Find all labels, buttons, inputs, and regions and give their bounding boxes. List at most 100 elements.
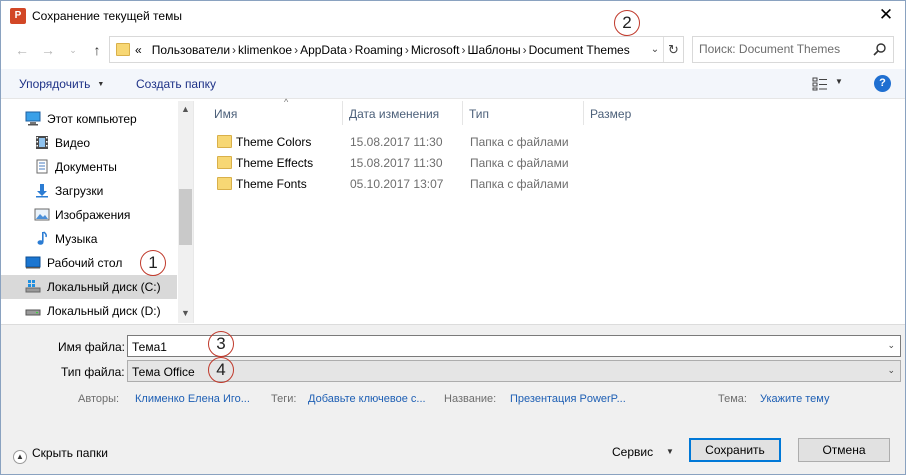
navigation-pane: Этот компьютер Видео Документы Загрузки … <box>1 101 194 323</box>
recent-chevron-icon[interactable]: ⌄ <box>63 40 83 60</box>
folder-icon <box>116 43 130 56</box>
breadcrumb-item[interactable]: klimenkoe <box>238 43 292 57</box>
music-icon <box>37 231 47 245</box>
file-date: 15.08.2017 11:30 <box>350 156 443 170</box>
up-arrow-icon[interactable]: ↑ <box>87 40 107 60</box>
file-row[interactable]: Theme Effects 15.08.2017 11:30 Папка с ф… <box>211 152 611 173</box>
documents-icon <box>36 159 48 174</box>
file-row[interactable]: Theme Colors 15.08.2017 11:30 Папка с фа… <box>211 131 611 152</box>
tags-value[interactable]: Добавьте ключевое с... <box>308 393 426 405</box>
filename-label: Имя файла: <box>58 340 125 354</box>
folder-icon <box>217 135 232 148</box>
folder-icon <box>217 177 232 190</box>
back-arrow-icon[interactable]: ← <box>12 40 32 60</box>
address-row: ← → ⌄ ↑ « Пользователи › klimenkoe › AppData… <box>1 34 905 66</box>
nav-item-label: Загрузки <box>55 184 104 198</box>
filename-value: Тема1 <box>132 340 167 354</box>
close-button[interactable]: ✕ <box>869 1 903 31</box>
downloads-icon <box>36 184 48 198</box>
nav-item-this-pc[interactable]: Этот компьютер <box>1 107 177 131</box>
nav-item-label: Локальный диск (C:) <box>47 280 161 294</box>
desktop-icon <box>25 256 41 269</box>
file-row[interactable]: Theme Fonts 05.10.2017 13:07 Папка с фай… <box>211 173 611 194</box>
theme-value[interactable]: Укажите тему <box>760 393 829 405</box>
file-name: Theme Effects <box>236 156 314 170</box>
service-dropdown-icon[interactable]: ▼ <box>666 447 674 456</box>
new-folder-button[interactable]: Создать папку <box>136 77 216 91</box>
search-icon[interactable] <box>873 42 887 56</box>
nav-item-label: Изображения <box>55 208 131 222</box>
nav-item-documents[interactable]: Документы <box>1 155 177 179</box>
sort-ascending-icon: ^ <box>284 97 289 107</box>
chevron-down-icon[interactable]: ⌄ <box>887 365 895 376</box>
command-bar: Упорядочить Создать папку ▼ ? <box>1 69 905 99</box>
breadcrumb-item[interactable]: Document Themes <box>529 43 630 57</box>
refresh-icon[interactable]: ↻ <box>663 37 683 62</box>
breadcrumb-item[interactable]: AppData <box>300 43 347 57</box>
search-box[interactable] <box>692 36 894 63</box>
column-header-size[interactable]: Размер <box>584 101 664 125</box>
authors-value[interactable]: Клименко Елена Иго... <box>135 393 250 405</box>
scroll-thumb[interactable] <box>179 189 192 245</box>
scroll-up-icon[interactable]: ▲ <box>181 104 190 114</box>
hide-folders-toggle[interactable]: ▲ Скрыть папки <box>13 446 108 464</box>
drive-icon <box>25 309 41 316</box>
filetype-select[interactable]: Тема Office ⌄ <box>127 360 901 382</box>
save-button[interactable]: Сохранить <box>689 438 781 462</box>
title-bar: P Сохранение текущей темы ✕ <box>1 1 905 31</box>
theme-label: Тема: <box>718 393 747 405</box>
organize-menu[interactable]: Упорядочить <box>19 77 104 91</box>
help-icon[interactable]: ? <box>874 75 891 92</box>
nav-item-downloads[interactable]: Загрузки <box>1 179 177 203</box>
nav-item-label: Локальный диск (D:) <box>47 304 161 318</box>
nav-item-video[interactable]: Видео <box>1 131 177 155</box>
drive-icon <box>25 280 41 293</box>
breadcrumb-item[interactable]: Microsoft <box>411 43 460 57</box>
nav-item-label: Рабочий стол <box>47 256 123 270</box>
chevron-up-icon: ▲ <box>13 450 27 464</box>
address-bar[interactable]: « Пользователи › klimenkoe › AppData › Roaming… <box>109 36 684 63</box>
filename-field[interactable]: Тема1 ⌄ <box>127 335 901 357</box>
forward-arrow-icon[interactable]: → <box>38 40 58 60</box>
column-header-type[interactable]: Тип <box>463 101 584 125</box>
title-value[interactable]: Презентация PowerP... <box>510 393 626 405</box>
callout-badge-4: 4 <box>208 357 234 383</box>
scroll-down-icon[interactable]: ▼ <box>181 308 190 318</box>
computer-icon <box>25 111 41 126</box>
save-options-panel: Имя файла: Тема1 ⌄ Тип файла: Тема Offic… <box>1 324 905 474</box>
search-input[interactable] <box>699 42 869 56</box>
nav-item-label: Музыка <box>55 232 98 246</box>
breadcrumb-item[interactable]: Roaming <box>355 43 403 57</box>
nav-item-label: Этот компьютер <box>47 112 137 126</box>
file-name: Theme Fonts <box>236 177 307 191</box>
nav-item-music[interactable]: Музыка <box>1 227 177 251</box>
view-details-icon[interactable] <box>812 77 828 91</box>
nav-item-pictures[interactable]: Изображения <box>1 203 177 227</box>
file-date: 15.08.2017 11:30 <box>350 135 443 149</box>
tags-label: Теги: <box>271 393 297 405</box>
breadcrumb-item[interactable]: Шаблоны <box>468 43 521 57</box>
nav-scrollbar[interactable]: ▲ ▼ <box>178 101 193 323</box>
breadcrumb-overflow[interactable]: « <box>135 43 142 57</box>
filetype-value: Тема Office <box>132 365 195 379</box>
nav-item-drive-d[interactable]: Локальный диск (D:) <box>1 299 177 323</box>
breadcrumb-item[interactable]: Пользователи <box>152 43 230 57</box>
authors-label: Авторы: <box>78 393 120 405</box>
nav-item-label: Документы <box>55 160 117 174</box>
pictures-icon <box>34 208 50 221</box>
callout-badge-2: 2 <box>614 10 640 36</box>
column-header-date[interactable]: Дата изменения <box>343 101 463 125</box>
cancel-button[interactable]: Отмена <box>798 438 890 462</box>
chevron-down-icon[interactable]: ⌄ <box>887 340 895 351</box>
file-type: Папка с файлами <box>470 156 569 170</box>
file-type: Папка с файлами <box>470 177 569 191</box>
breadcrumb: « Пользователи › klimenkoe › AppData › Roaming… <box>135 43 630 57</box>
nav-item-drive-c[interactable]: Локальный диск (C:) <box>1 275 177 299</box>
file-name: Theme Colors <box>236 135 312 149</box>
address-dropdown-icon[interactable]: ⌄ <box>646 37 664 62</box>
nav-item-label: Видео <box>55 136 91 150</box>
service-menu[interactable]: Сервис <box>612 445 653 459</box>
column-header-name[interactable]: ^ Имя <box>208 97 343 125</box>
view-dropdown-icon[interactable]: ▼ <box>835 77 843 86</box>
file-list: ^ Имя Дата изменения Тип Размер Theme Co… <box>196 97 905 323</box>
